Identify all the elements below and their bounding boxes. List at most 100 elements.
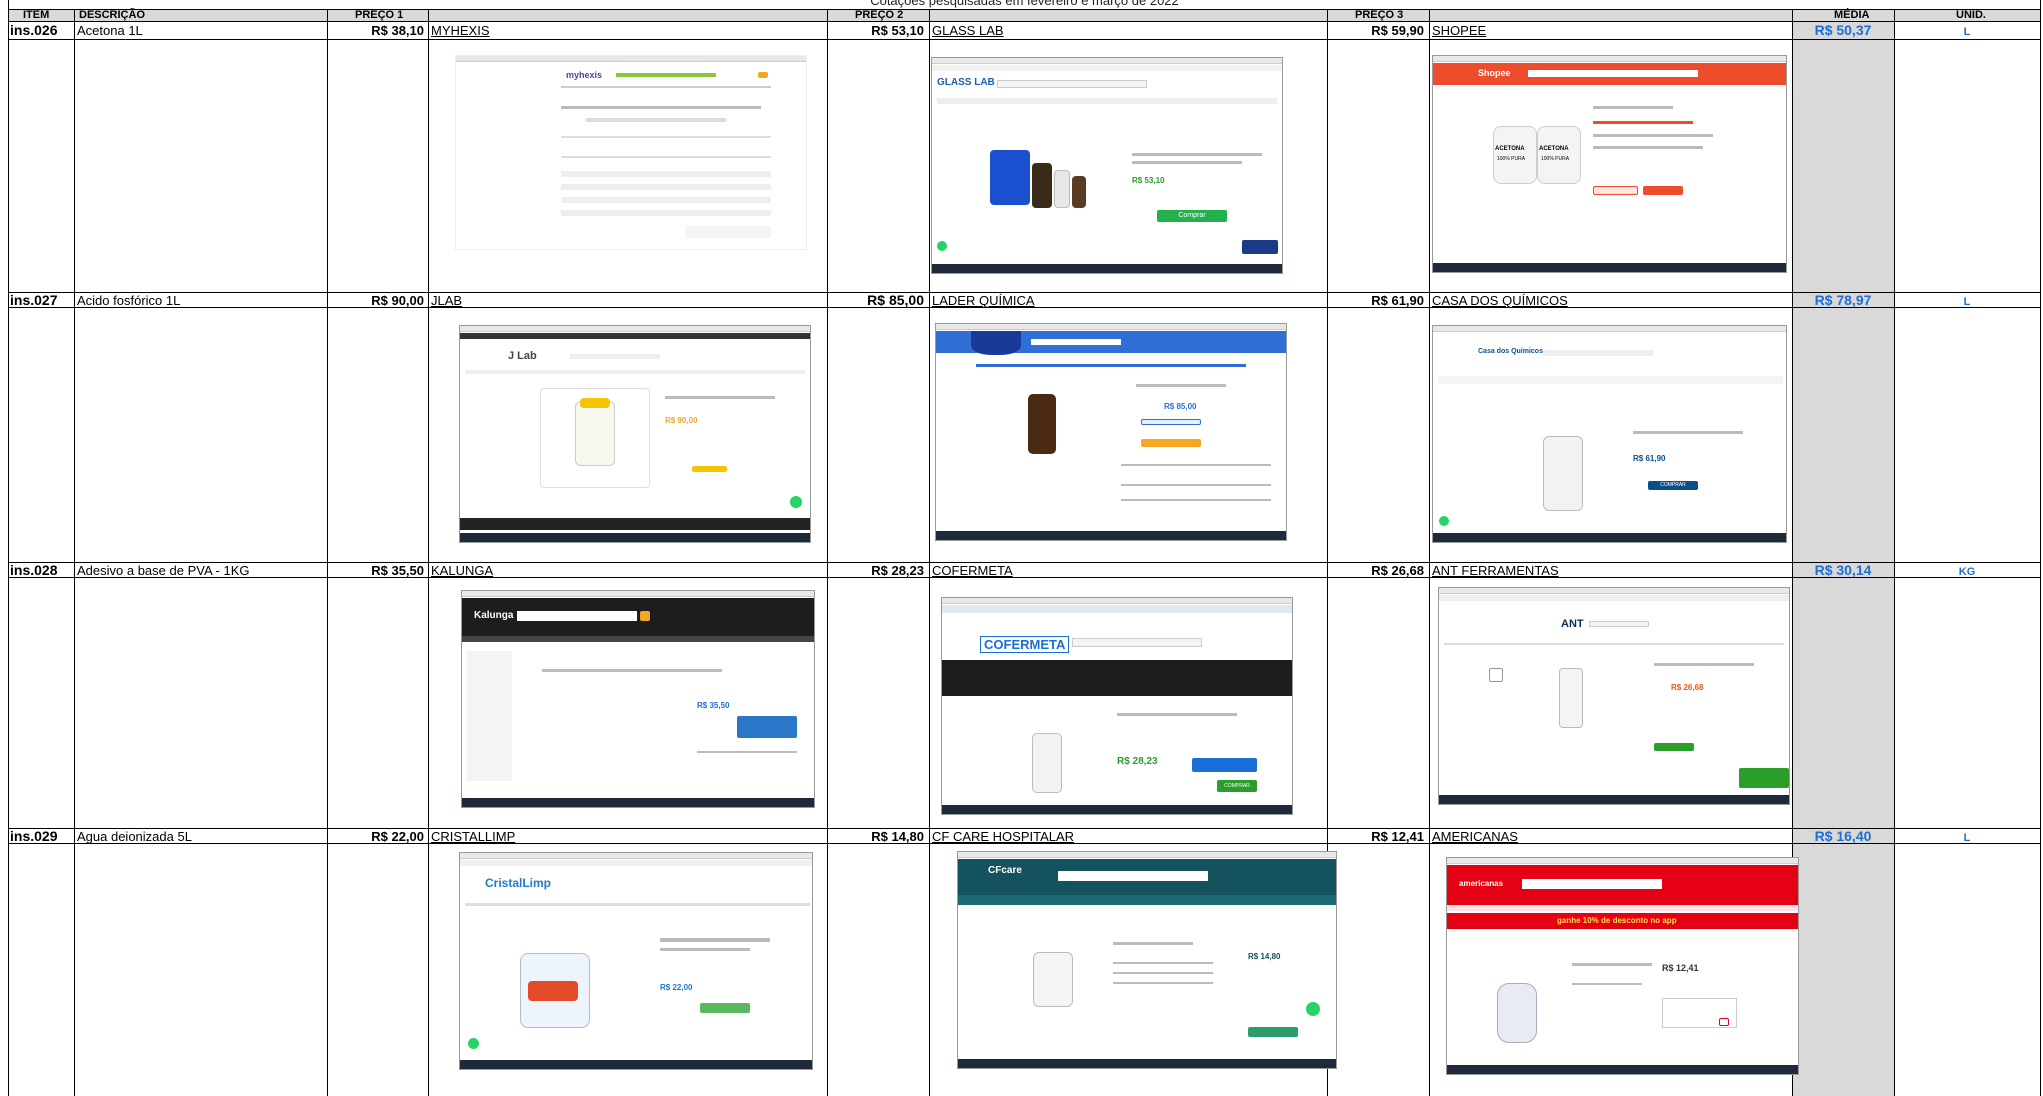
grid-vline <box>428 9 429 1096</box>
grid-vline <box>327 9 328 1096</box>
preco3-value: R$ 26,68 <box>1371 563 1424 578</box>
sheet-banner: Cotações pesquisadas em fevereiro e març… <box>8 0 2041 9</box>
loja3-link[interactable]: AMERICANAS <box>1432 830 1518 844</box>
amber-bottle-image <box>1028 394 1056 454</box>
unit-value: L <box>1963 832 1971 844</box>
preco2-value: R$ 28,23 <box>871 563 924 578</box>
americanas-logo: americanas <box>1459 879 1504 888</box>
screenshot-americanas: americanas ganhe 10% de desconto no app … <box>1446 857 1799 1075</box>
screenshot-lader: R$ 85,00 <box>935 323 1287 541</box>
comprar-button: COMPRAR <box>1217 780 1257 792</box>
cfcare-price: R$ 14,80 <box>1248 952 1281 961</box>
grid-hline <box>8 39 2041 40</box>
cristallimp-price: R$ 22,00 <box>660 983 693 992</box>
media-value: R$ 78,97 <box>1814 292 1872 308</box>
grid-vline <box>827 9 828 1096</box>
glasslab-logo: GLASS LAB <box>937 77 995 88</box>
whatsapp-icon <box>1439 516 1449 526</box>
item-code: ins.027 <box>10 292 58 308</box>
cofermeta-logo: COFERMETA <box>980 636 1070 653</box>
loja2-link[interactable]: LADER QUÍMICA <box>932 294 1035 308</box>
ant-price: R$ 26,68 <box>1671 683 1704 692</box>
item-description: Acetona 1L <box>77 23 143 38</box>
preco3-value: R$ 12,41 <box>1371 829 1424 844</box>
preco1-value: R$ 22,00 <box>371 829 424 844</box>
grid-hline <box>8 577 2041 578</box>
glasslab-price: R$ 53,10 <box>1132 176 1165 185</box>
loja1-link[interactable]: MYHEXIS <box>431 24 490 38</box>
casa-logo: Casa dos Químicos <box>1478 348 1543 355</box>
unit-value: L <box>1963 296 1971 308</box>
preco1-value: R$ 38,10 <box>371 23 424 38</box>
loja2-link[interactable]: GLASS LAB <box>932 24 1004 38</box>
header-descricao: DESCRIÇÃO <box>79 9 146 21</box>
screenshot-cfcare: CFcare R$ 14,80 <box>957 851 1337 1069</box>
preco2-value: R$ 14,80 <box>871 829 924 844</box>
unit-value: L <box>1963 26 1971 38</box>
lader-price: R$ 85,00 <box>1164 402 1197 411</box>
acetona-label: ACETONA <box>1539 146 1569 152</box>
banner-text: Cotações pesquisadas em fevereiro e març… <box>870 0 1179 8</box>
pura-label: 100% PURA <box>1497 156 1526 162</box>
loja3-link[interactable]: CASA DOS QUÍMICOS <box>1432 294 1568 308</box>
screenshot-glasslab: GLASS LAB R$ 53,10 Comprar <box>931 57 1283 274</box>
header-preco2: PREÇO 2 <box>855 9 904 21</box>
screenshot-jlab: J Lab R$ 90,00 <box>459 325 811 543</box>
item-description: Acido fosfórico 1L <box>77 293 181 308</box>
screenshot-myhexis: myhexis <box>455 55 807 250</box>
pura-label: 100% PURA <box>1541 156 1570 162</box>
lader-logo <box>971 331 1021 355</box>
table-header: ITEM DESCRIÇÃO PREÇO 1 PREÇO 2 PREÇO 3 M… <box>8 9 2041 22</box>
preco3-value: R$ 59,90 <box>1371 23 1424 38</box>
item-description: Agua deionizada 5L <box>77 829 192 844</box>
unit-value: KG <box>1958 566 1976 578</box>
screenshot-kalunga: Kalunga R$ 35,50 <box>461 590 815 808</box>
screenshot-ant: ANT R$ 26,68 <box>1438 587 1790 805</box>
header-preco1: PREÇO 1 <box>355 9 404 21</box>
screenshot-cristallimp: CristalLimp R$ 22,00 <box>459 852 813 1070</box>
kalunga-price: R$ 35,50 <box>697 701 730 710</box>
loja1-link[interactable]: JLAB <box>431 294 462 308</box>
loja3-link[interactable]: ANT FERRAMENTAS <box>1432 564 1559 578</box>
grid-vline <box>929 9 930 1096</box>
item-code: ins.029 <box>10 828 58 844</box>
kalunga-logo: Kalunga <box>474 610 514 621</box>
shopee-logo: Shopee <box>1478 68 1511 78</box>
myhexis-logo: myhexis <box>566 70 603 80</box>
blue-drum-image <box>990 150 1030 205</box>
grid-hline <box>8 562 2041 563</box>
grid-vline <box>74 9 75 1096</box>
ant-logo: ANT <box>1561 618 1584 630</box>
loja1-link[interactable]: KALUNGA <box>431 564 493 578</box>
preco1-value: R$ 35,50 <box>371 563 424 578</box>
price-quote-sheet: Cotações pesquisadas em fevereiro e març… <box>0 0 2043 1096</box>
americanas-price: R$ 12,41 <box>1662 963 1699 973</box>
cofermeta-price: R$ 28,23 <box>1117 756 1158 767</box>
media-value: R$ 30,14 <box>1814 562 1872 578</box>
media-value: R$ 50,37 <box>1814 22 1872 38</box>
americanas-promo: ganhe 10% de desconto no app <box>1557 916 1677 925</box>
acetona-label: ACETONA <box>1495 146 1525 152</box>
whatsapp-icon <box>468 1038 479 1049</box>
grid-vline <box>1429 9 1430 1096</box>
screenshot-casa-quimicos: Casa dos Químicos R$ 61,90 COMPRAR <box>1432 325 1787 543</box>
casa-price: R$ 61,90 <box>1633 454 1666 463</box>
grid-vline <box>8 22 9 1096</box>
loja1-link[interactable]: CRISTALLIMP <box>431 830 515 844</box>
preco1-value: R$ 90,00 <box>371 293 424 308</box>
screenshot-shopee: Shopee ACETONA ACETONA 100% PURA 100% PU… <box>1432 55 1787 273</box>
item-code: ins.028 <box>10 562 58 578</box>
comprar-button: COMPRAR <box>1648 481 1698 490</box>
item-code: ins.026 <box>10 22 58 38</box>
jlab-logo: J Lab <box>508 350 537 362</box>
header-preco3: PREÇO 3 <box>1355 9 1404 21</box>
loja3-link[interactable]: SHOPEE <box>1432 24 1486 38</box>
cristallimp-logo: CristalLimp <box>485 876 552 890</box>
loja2-link[interactable]: CF CARE HOSPITALAR <box>932 830 1074 844</box>
header-item: ITEM <box>23 9 50 21</box>
whatsapp-icon <box>937 241 947 251</box>
header-unid: UNID. <box>1956 9 1986 21</box>
preco2-value: R$ 85,00 <box>867 292 924 308</box>
preco2-value: R$ 53,10 <box>871 23 924 38</box>
loja2-link[interactable]: COFERMETA <box>932 564 1013 578</box>
